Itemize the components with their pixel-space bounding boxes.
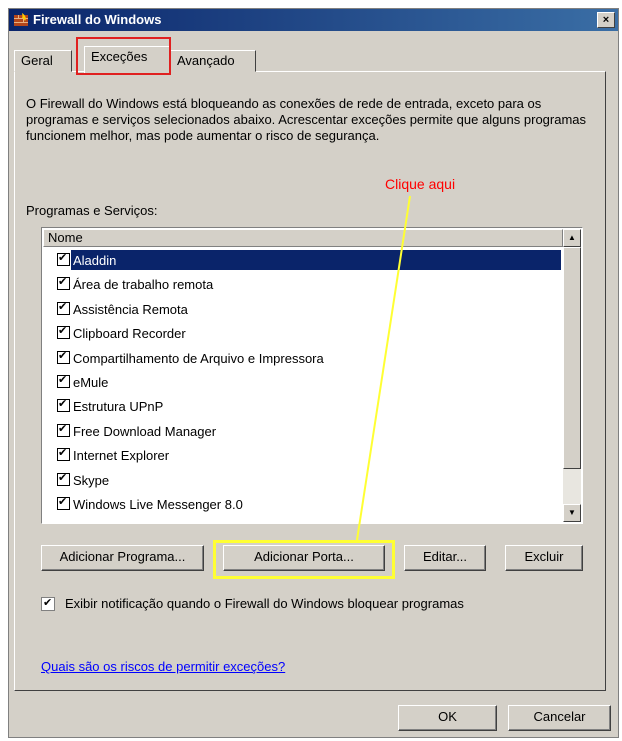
list-item[interactable]: Clipboard Recorder: [43, 323, 563, 347]
checkbox[interactable]: [57, 471, 70, 486]
checkbox[interactable]: [57, 397, 70, 413]
title-bar[interactable]: Firewall do Windows ×: [9, 9, 618, 31]
checkbox[interactable]: [57, 446, 70, 462]
list-item[interactable]: Skype: [43, 470, 563, 494]
list-item[interactable]: Aladdin: [43, 250, 563, 274]
list-item[interactable]: Assistência Remota: [43, 299, 563, 323]
delete-button[interactable]: Excluir: [505, 545, 583, 571]
list-item[interactable]: Internet Explorer: [43, 445, 563, 469]
checkbox[interactable]: [57, 422, 70, 437]
list-item[interactable]: Windows Live Messenger 8.0: [43, 494, 563, 518]
cancel-button[interactable]: Cancelar: [508, 705, 611, 731]
tab-geral[interactable]: Geral: [14, 50, 72, 72]
callout-text: Clique aqui: [385, 176, 456, 192]
tab-excecoes[interactable]: Exceções: [84, 46, 170, 73]
scroll-up-arrow-icon[interactable]: ▲: [563, 229, 581, 247]
vertical-scrollbar[interactable]: ▲ ▼: [563, 229, 581, 522]
close-button[interactable]: ×: [597, 12, 615, 28]
list-item[interactable]: Compartilhamento de Arquivo e Impressora: [43, 348, 563, 372]
checkbox[interactable]: [57, 300, 70, 315]
programs-list[interactable]: Nome Aladdin Área de trabalho remota Ass…: [41, 227, 583, 524]
list-items: Aladdin Área de trabalho remota Assistên…: [43, 250, 563, 518]
scroll-down-arrow-icon[interactable]: ▼: [563, 504, 581, 522]
list-item[interactable]: Estrutura UPnP: [43, 396, 563, 420]
firewall-icon: [14, 13, 28, 26]
edit-button[interactable]: Editar...: [404, 545, 486, 571]
list-item[interactable]: Área de trabalho remota: [43, 274, 563, 298]
programs-label: Programas e Serviços:: [26, 203, 158, 218]
ok-button[interactable]: OK: [398, 705, 497, 731]
checkbox[interactable]: [57, 251, 70, 266]
checkbox[interactable]: [57, 349, 70, 364]
list-item[interactable]: Free Download Manager: [43, 421, 563, 445]
add-port-button[interactable]: Adicionar Porta...: [223, 545, 385, 571]
add-program-button[interactable]: Adicionar Programa...: [41, 545, 204, 571]
checkbox[interactable]: [57, 495, 70, 510]
scroll-thumb[interactable]: [563, 247, 581, 469]
checkbox[interactable]: [57, 373, 70, 388]
risks-link[interactable]: Quais são os riscos de permitir exceções…: [41, 659, 285, 674]
checkbox[interactable]: [57, 324, 70, 340]
list-item[interactable]: eMule: [43, 372, 563, 396]
tab-avancado[interactable]: Avançado: [170, 50, 256, 72]
checkbox[interactable]: [57, 275, 70, 291]
notify-checkbox[interactable]: [41, 596, 55, 611]
window-title: Firewall do Windows: [33, 12, 162, 27]
notify-label: Exibir notificação quando o Firewall do …: [65, 596, 464, 611]
description-text: O Firewall do Windows está bloqueando as…: [26, 96, 587, 143]
column-header-nome[interactable]: Nome: [43, 229, 563, 247]
